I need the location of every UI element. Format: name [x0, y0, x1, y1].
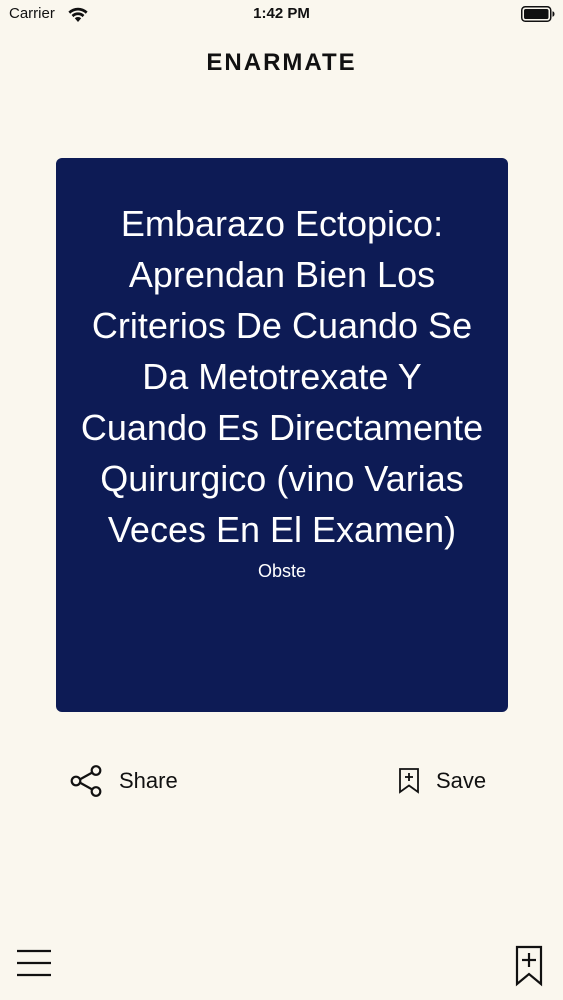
save-button[interactable]: Save	[398, 762, 486, 800]
bookmarks-button[interactable]	[515, 945, 543, 987]
card-title: Embarazo Ectopico: Aprendan Bien Los Cri…	[80, 203, 484, 550]
content-card: Embarazo Ectopico: Aprendan Bien Los Cri…	[56, 158, 508, 712]
share-label: Share	[119, 768, 178, 793]
hamburger-menu-icon	[17, 949, 51, 977]
save-label: Save	[436, 768, 487, 793]
app-title: ENARMATE	[206, 49, 357, 76]
menu-button[interactable]	[16, 946, 52, 980]
battery-icon	[521, 6, 555, 22]
share-button[interactable]: Share	[69, 762, 178, 800]
share-icon	[70, 765, 102, 797]
card-category: Obste	[257, 561, 307, 581]
status-time: 1:42 PM	[253, 5, 310, 22]
status-bar: Carrier 1:42 PM	[0, 0, 563, 30]
bookmarks-icon	[515, 945, 543, 987]
bookmark-add-icon	[399, 768, 419, 794]
